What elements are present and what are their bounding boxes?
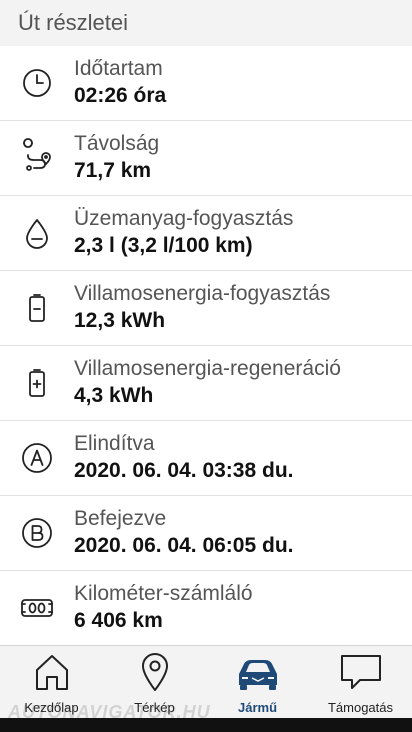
row-label: Időtartam bbox=[74, 57, 163, 80]
clock-icon bbox=[0, 46, 74, 120]
row-label: Üzemanyag-fogyasztás bbox=[74, 207, 294, 230]
row-fuel-consumption: Üzemanyag-fogyasztás 2,3 l (3,2 l/100 km… bbox=[0, 196, 412, 271]
odometer-icon bbox=[0, 571, 74, 645]
row-value: 4,3 kWh bbox=[74, 384, 154, 407]
row-value: 6 406 km bbox=[74, 609, 163, 632]
row-value: 2020. 06. 04. 03:38 du. bbox=[74, 459, 294, 482]
row-odometer: Kilométer-számláló 6 406 km bbox=[0, 571, 412, 646]
row-value: 02:26 óra bbox=[74, 84, 167, 107]
tab-support[interactable]: Támogatás bbox=[309, 646, 412, 718]
row-label: Befejezve bbox=[74, 507, 167, 530]
chat-icon bbox=[340, 655, 381, 689]
tab-label: Jármű bbox=[237, 700, 278, 715]
fuel-drop-icon bbox=[0, 196, 74, 270]
trip-details-list: Időtartam 02:26 óra Távolság 71,7 km Üze… bbox=[0, 46, 412, 646]
map-pin-icon bbox=[141, 653, 168, 691]
home-icon bbox=[35, 655, 68, 690]
battery-plus-icon bbox=[0, 346, 74, 420]
row-electric-regeneration: Villamosenergia-regeneráció 4,3 kWh bbox=[0, 346, 412, 421]
row-value: 12,3 kWh bbox=[74, 309, 166, 332]
circle-a-icon bbox=[0, 421, 74, 495]
row-started: Elindítva 2020. 06. 04. 03:38 du. bbox=[0, 421, 412, 496]
trip-details-screen: Út részletei Időtartam 02:26 óra Távolsá… bbox=[0, 0, 412, 732]
row-distance: Távolság 71,7 km bbox=[0, 121, 412, 196]
row-value: 71,7 km bbox=[74, 159, 152, 182]
tab-label: Támogatás bbox=[327, 700, 394, 715]
tab-vehicle[interactable]: Jármű bbox=[206, 646, 309, 718]
row-label: Elindítva bbox=[74, 432, 155, 455]
circle-b-icon bbox=[0, 496, 74, 570]
row-label: Kilométer-számláló bbox=[74, 582, 253, 605]
route-icon bbox=[0, 121, 74, 195]
row-duration: Időtartam 02:26 óra bbox=[0, 46, 412, 121]
row-value: 2,3 l (3,2 l/100 km) bbox=[74, 234, 253, 257]
row-label: Villamosenergia-regeneráció bbox=[74, 357, 341, 380]
system-bottom-strip bbox=[0, 718, 412, 732]
row-label: Távolság bbox=[74, 132, 160, 155]
row-finished: Befejezve 2020. 06. 04. 06:05 du. bbox=[0, 496, 412, 571]
row-electric-consumption: Villamosenergia-fogyasztás 12,3 kWh bbox=[0, 271, 412, 346]
battery-minus-icon bbox=[0, 271, 74, 345]
row-label: Villamosenergia-fogyasztás bbox=[74, 282, 331, 305]
row-value: 2020. 06. 04. 06:05 du. bbox=[74, 534, 294, 557]
page-title: Út részletei bbox=[0, 0, 412, 46]
car-icon bbox=[238, 660, 277, 690]
